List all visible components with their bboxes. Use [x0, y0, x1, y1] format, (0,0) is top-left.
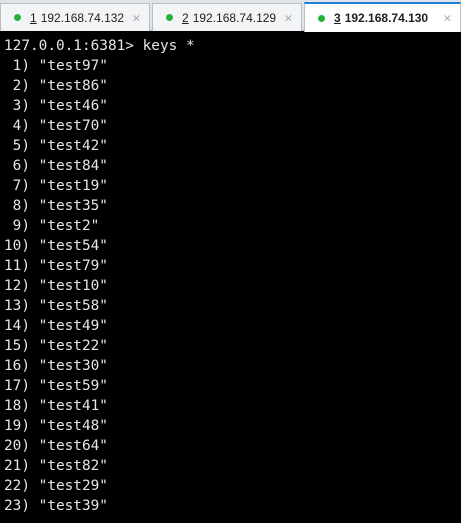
result-line: 9) "test2": [4, 218, 100, 234]
result-line: 19) "test48": [4, 418, 108, 434]
close-icon[interactable]: ×: [443, 12, 452, 25]
result-line: 10) "test54": [4, 238, 108, 254]
result-line: 20) "test64": [4, 438, 108, 454]
result-line: 1) "test97": [4, 58, 108, 74]
status-dot-icon: [318, 14, 325, 22]
terminal-output[interactable]: 127.0.0.1:6381> keys * 1) "test97" 2) "t…: [0, 32, 461, 523]
result-line: 11) "test79": [4, 258, 108, 274]
result-line: 2) "test86": [4, 78, 108, 94]
result-line: 13) "test58": [4, 298, 108, 314]
result-line: 14) "test49": [4, 318, 108, 334]
result-line: 3) "test46": [4, 98, 108, 114]
tab-label: 192.168.74.132: [40, 10, 125, 25]
tab-label: 192.168.74.129: [192, 10, 277, 25]
result-line: 22) "test29": [4, 478, 108, 494]
result-line: 4) "test70": [4, 118, 108, 134]
tab-label: 192.168.74.130: [344, 11, 429, 25]
result-line: 5) "test42": [4, 138, 108, 154]
tab-bar: 1 192.168.74.132 × 2 192.168.74.129 × 3 …: [0, 0, 461, 32]
tab-session-3[interactable]: 3 192.168.74.130 ×: [304, 2, 461, 32]
close-icon[interactable]: ×: [284, 11, 293, 24]
result-line: 15) "test22": [4, 338, 108, 354]
result-line: 21) "test82": [4, 458, 108, 474]
result-line: 7) "test19": [4, 178, 108, 194]
result-line: 12) "test10": [4, 278, 108, 294]
result-line: 18) "test41": [4, 398, 108, 414]
result-line: 16) "test30": [4, 358, 108, 374]
tab-number: 2: [182, 10, 189, 25]
tab-session-2[interactable]: 2 192.168.74.129 ×: [152, 3, 302, 31]
tab-number: 1: [30, 10, 37, 25]
close-icon[interactable]: ×: [132, 11, 141, 24]
result-line: 23) "test39": [4, 498, 108, 514]
status-dot-icon: [166, 14, 173, 21]
result-line: 6) "test84": [4, 158, 108, 174]
status-dot-icon: [14, 14, 21, 21]
result-line: 17) "test59": [4, 378, 108, 394]
result-line: 8) "test35": [4, 198, 108, 214]
terminal-window: 1 192.168.74.132 × 2 192.168.74.129 × 3 …: [0, 0, 461, 523]
tab-session-1[interactable]: 1 192.168.74.132 ×: [0, 3, 150, 31]
command-prompt-line: 127.0.0.1:6381> keys *: [4, 38, 195, 54]
tab-number: 3: [334, 11, 341, 25]
